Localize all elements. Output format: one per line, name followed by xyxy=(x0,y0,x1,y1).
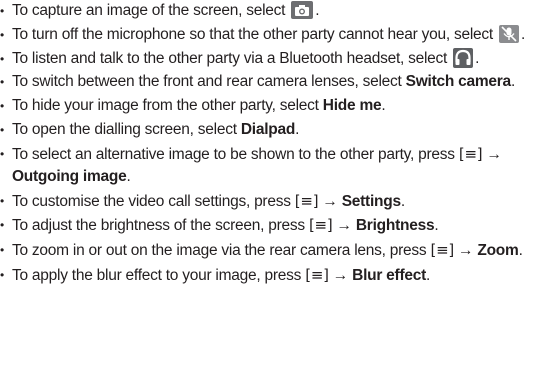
item-text-end: . xyxy=(381,97,386,115)
camera-icon xyxy=(291,1,314,19)
item-text: To turn off the microphone so that the o… xyxy=(12,25,498,43)
item-text: To zoom in or out on the image via the r… xyxy=(12,242,431,260)
list-item: To adjust the brightness of the screen, … xyxy=(0,214,559,237)
item-bold: Dialpad xyxy=(240,120,296,138)
headset-icon xyxy=(453,47,474,68)
item-text-end: . xyxy=(400,192,405,210)
arrow: → xyxy=(454,242,478,260)
item-bold: Outgoing image xyxy=(12,167,127,185)
item-text: To switch between the front and rear cam… xyxy=(12,73,406,91)
item-bold: Zoom xyxy=(477,242,519,260)
item-bold: Hide me xyxy=(322,97,382,115)
arrow: → xyxy=(318,192,342,210)
list-item: To switch between the front and rear cam… xyxy=(0,71,559,93)
manual-page: To capture an image of the screen, selec… xyxy=(0,0,559,377)
item-text-end: . xyxy=(295,120,300,138)
item-text: To adjust the brightness of the screen, … xyxy=(12,217,309,235)
list-item: To customise the video call settings, pr… xyxy=(0,190,559,213)
list-item: To turn off the microphone so that the o… xyxy=(0,24,559,46)
item-bold: Settings xyxy=(341,192,401,210)
item-bold: Brightness xyxy=(355,217,435,235)
item-text: To capture an image of the screen, selec… xyxy=(12,2,290,19)
item-text-end: . xyxy=(475,49,480,67)
item-bold: Blur effect xyxy=(352,266,427,284)
list-item: To apply the blur effect to your image, … xyxy=(0,264,559,287)
arrow: → xyxy=(482,145,502,163)
item-text-end: . xyxy=(521,25,526,43)
item-text-end: . xyxy=(126,167,131,185)
list-item: To capture an image of the screen, selec… xyxy=(0,0,559,22)
list-item: To select an alternative image to be sho… xyxy=(0,143,559,188)
menu-key-icon: [≡] xyxy=(305,265,329,284)
item-text: To apply the blur effect to your image, … xyxy=(12,266,306,284)
item-text: To select an alternative image to be sho… xyxy=(12,145,459,163)
item-text-end: . xyxy=(510,73,515,91)
arrow: → xyxy=(328,266,353,284)
instruction-list: To capture an image of the screen, selec… xyxy=(0,0,559,287)
list-item: To hide your image from the other party,… xyxy=(0,95,559,117)
item-text: To open the dialling screen, select xyxy=(12,120,241,138)
list-item: To open the dialling screen, select Dial… xyxy=(0,119,559,141)
item-bold: Switch camera xyxy=(405,73,512,91)
item-text-end: . xyxy=(426,266,431,284)
list-item: To zoom in or out on the image via the r… xyxy=(0,239,559,262)
menu-key-icon: [≡] xyxy=(294,191,319,210)
arrow: → xyxy=(332,217,356,235)
list-item: To listen and talk to the other party vi… xyxy=(0,47,559,70)
item-text: To customise the video call settings, pr… xyxy=(12,192,295,210)
menu-key-icon: [≡] xyxy=(308,216,333,235)
item-text-end: . xyxy=(518,242,523,260)
item-text: To hide your image from the other party,… xyxy=(12,97,323,115)
item-text-end: . xyxy=(315,2,320,19)
item-text: To listen and talk to the other party vi… xyxy=(12,49,452,67)
menu-key-icon: [≡] xyxy=(430,241,454,260)
mic-off-icon xyxy=(499,24,520,43)
menu-key-icon: [≡] xyxy=(458,144,483,163)
item-text-end: . xyxy=(434,217,439,235)
